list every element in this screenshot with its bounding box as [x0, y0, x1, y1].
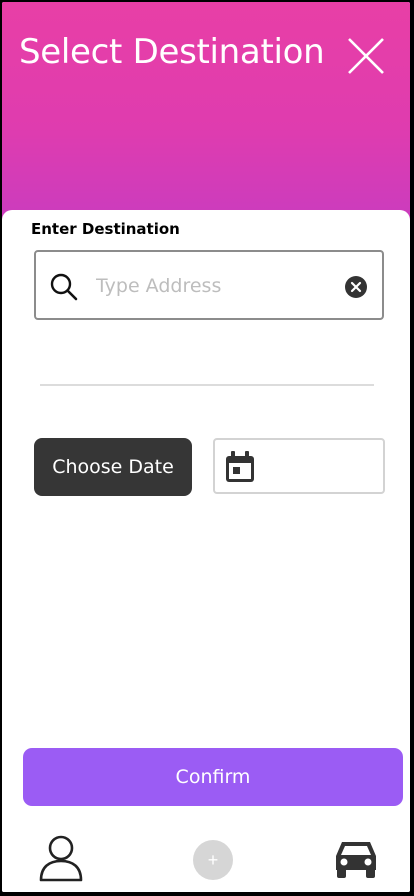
divider	[40, 384, 374, 386]
search-icon	[50, 273, 78, 301]
close-button[interactable]	[346, 36, 386, 76]
date-field[interactable]	[213, 438, 385, 494]
header: Select Destination	[2, 2, 410, 232]
close-icon	[348, 38, 384, 74]
choose-date-button[interactable]: Choose Date	[34, 438, 192, 496]
app-screen: Select Destination Enter Destination Cho…	[2, 2, 410, 892]
bottom-nav: +	[2, 822, 410, 892]
content-sheet: Enter Destination Choose Date	[2, 210, 410, 892]
destination-input[interactable]	[94, 270, 338, 302]
page-title: Select Destination	[19, 32, 325, 72]
destination-search-box[interactable]	[34, 250, 384, 320]
add-button[interactable]: +	[193, 840, 233, 880]
user-icon[interactable]	[38, 834, 84, 882]
clear-icon[interactable]	[344, 275, 368, 299]
car-icon[interactable]	[332, 836, 380, 880]
confirm-button[interactable]: Confirm	[23, 748, 403, 806]
calendar-icon	[226, 451, 254, 482]
destination-label: Enter Destination	[31, 220, 180, 238]
